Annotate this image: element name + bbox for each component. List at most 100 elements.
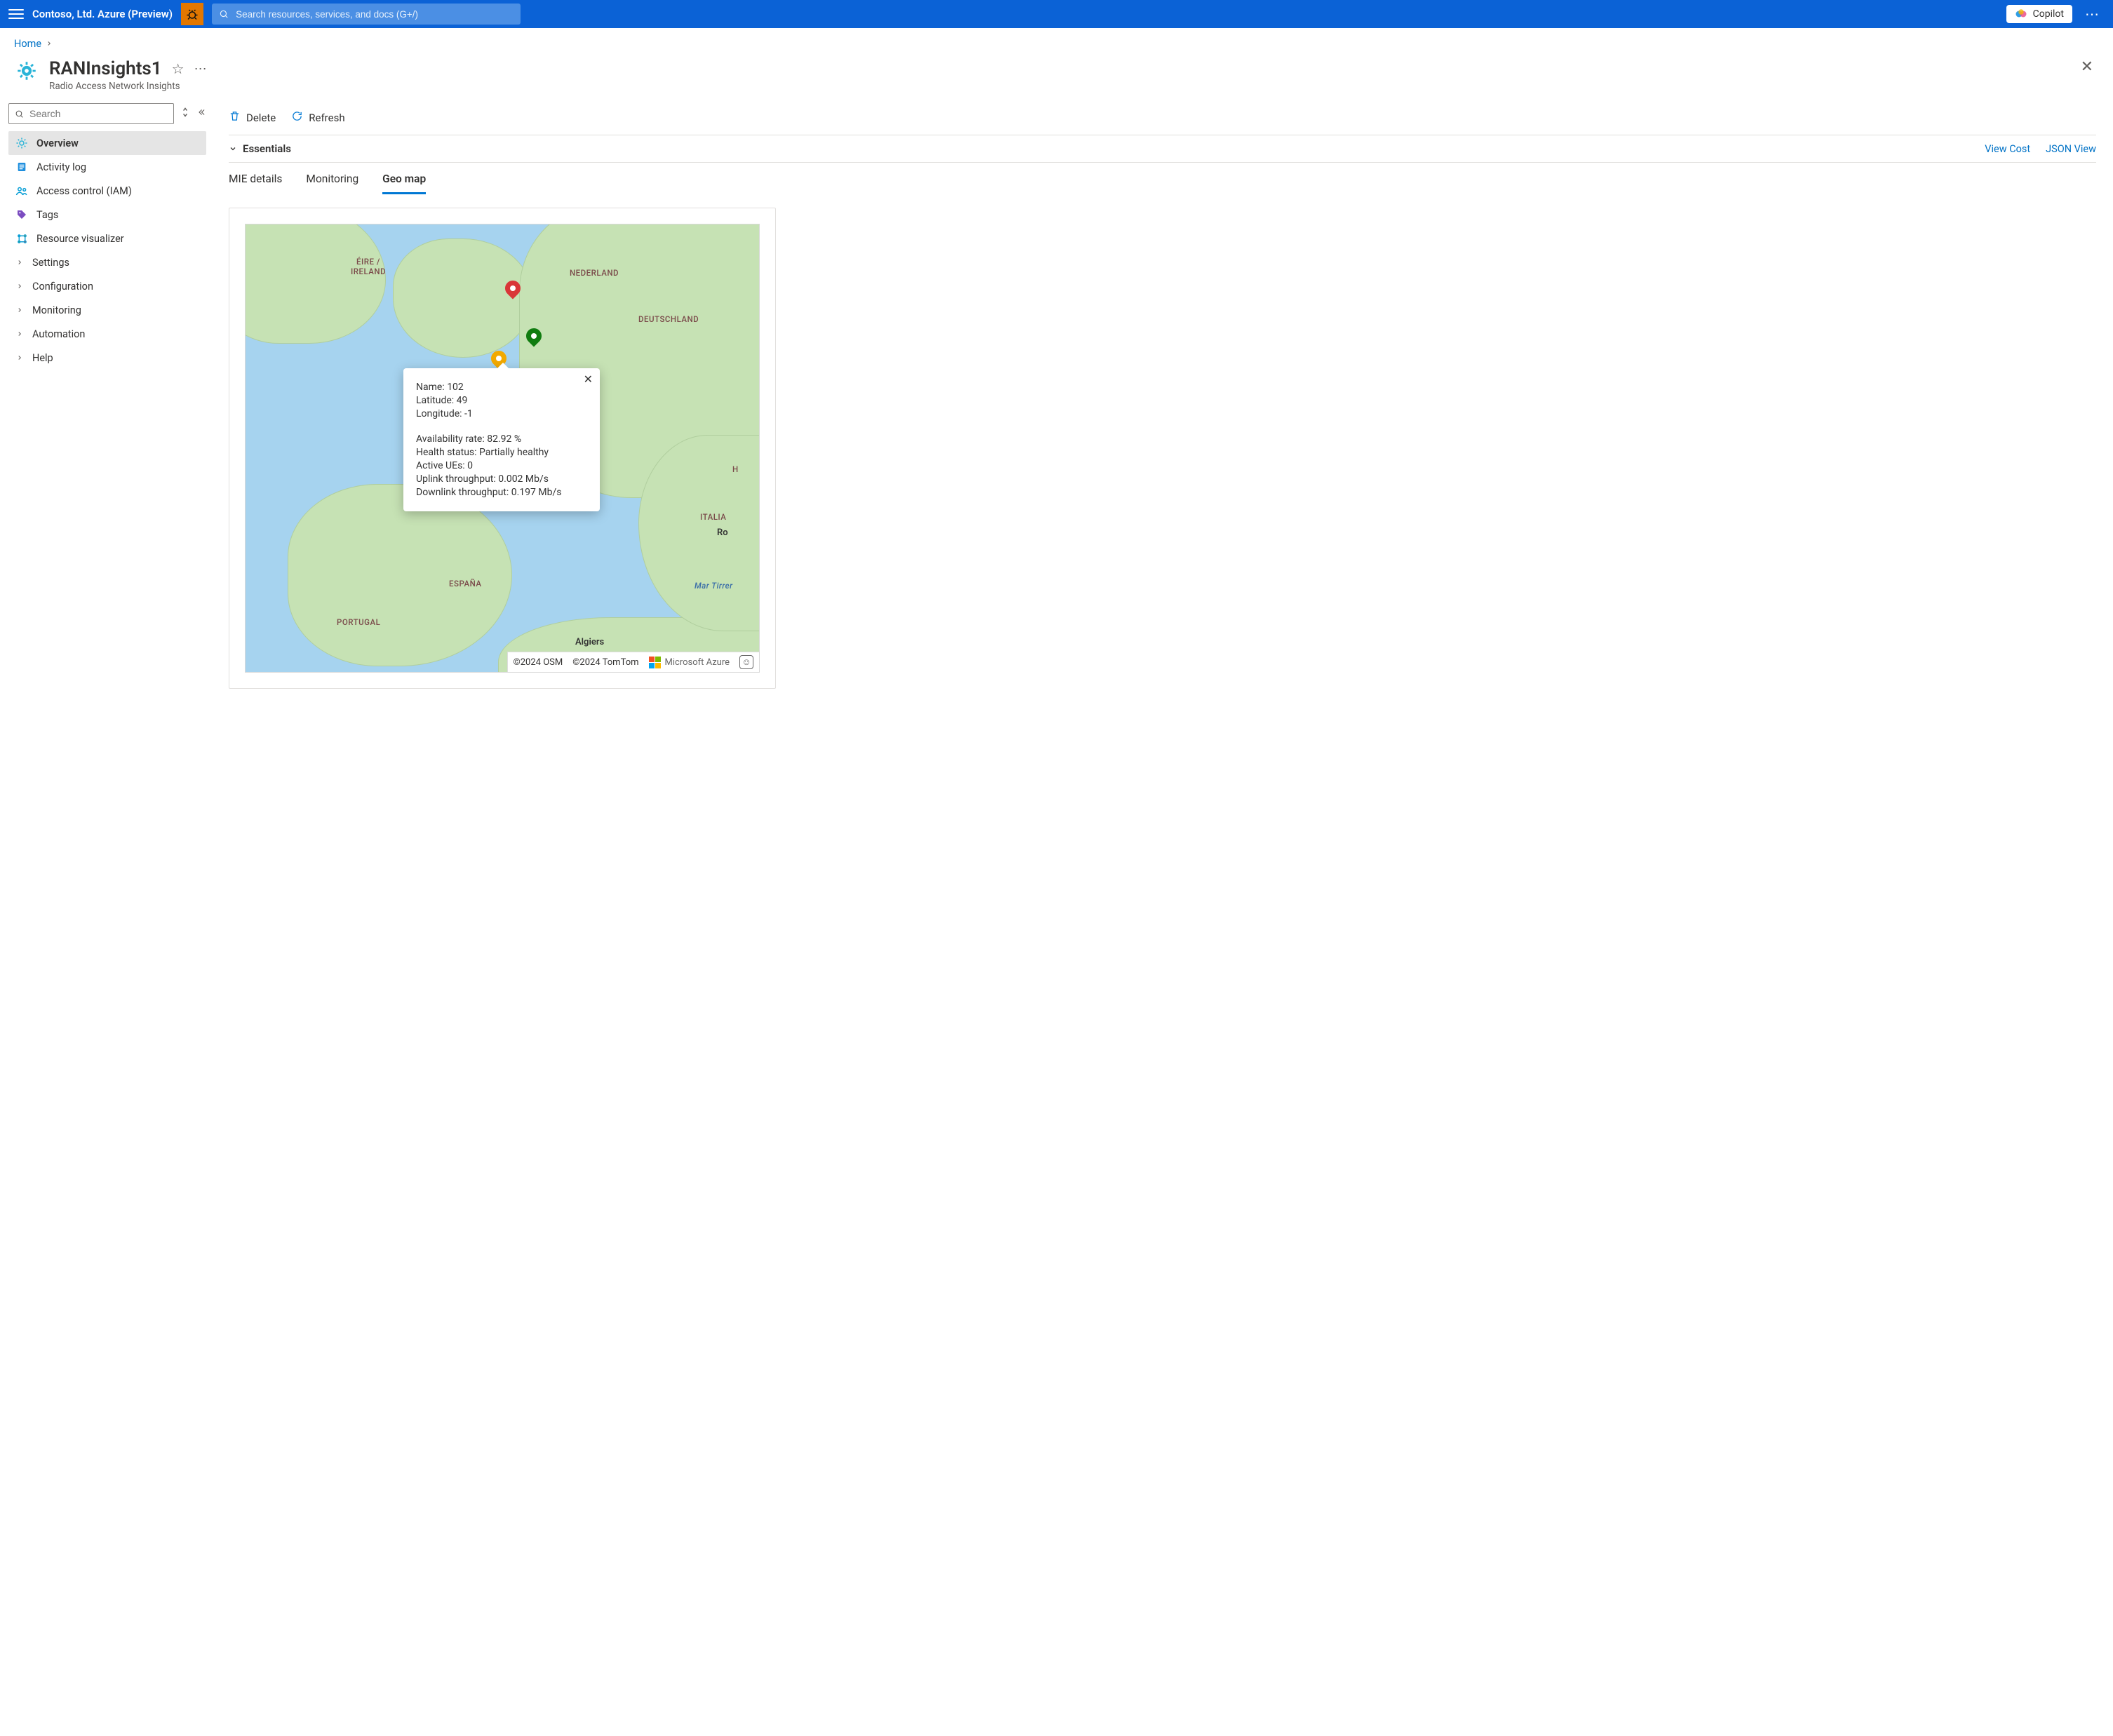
tab-geo-map[interactable]: Geo map [382, 173, 426, 194]
map-label-h: H [732, 464, 739, 474]
log-icon [15, 161, 28, 173]
search-icon [219, 9, 229, 19]
cmd-label: Refresh [309, 112, 344, 124]
chevron-right-icon [15, 304, 24, 316]
map-label-roma: Ro [717, 527, 728, 538]
attribution-osm: ©2024 OSM [514, 657, 563, 668]
tag-icon [15, 208, 28, 221]
sidebar-item-label: Settings [32, 257, 69, 269]
close-blade-icon[interactable]: ✕ [2081, 58, 2099, 76]
tab-monitoring[interactable]: Monitoring [306, 173, 358, 194]
map-label-algiers: Algiers [575, 637, 604, 647]
page-title: RANInsights1 [49, 58, 162, 79]
visualizer-icon [15, 232, 28, 245]
chevron-right-icon [15, 280, 24, 292]
map-label-martirrer: Mar Tirrer [695, 581, 733, 591]
search-icon [15, 109, 24, 119]
geo-map-card: ÉIRE / IRELAND NEDERLAND DEUTSCHLAND ITA… [229, 208, 776, 689]
sidebar-item-label: Automation [32, 328, 85, 340]
feedback-smiley-icon[interactable]: ☺ [739, 655, 753, 669]
sidebar-item-label: Monitoring [32, 304, 81, 316]
copilot-icon [2015, 8, 2027, 20]
chevron-right-icon [15, 351, 24, 364]
sidebar-item-label: Overview [36, 137, 79, 149]
map-attribution: ©2024 OSM ©2024 TomTom Microsoft Azure ☺ [507, 652, 759, 672]
hamburger-menu-icon[interactable] [8, 6, 24, 22]
chevron-right-icon [46, 39, 53, 50]
cmd-label: Delete [246, 112, 276, 124]
popup-latitude: Latitude: 49 [416, 395, 587, 406]
delete-button[interactable]: Delete [229, 110, 276, 125]
preview-bug-icon[interactable] [181, 3, 203, 25]
map-label-portugal: PORTUGAL [337, 617, 380, 627]
sidebar-item-tags[interactable]: Tags [8, 203, 206, 227]
sidebar-item-label: Tags [36, 209, 58, 221]
popup-name: Name: 102 [416, 382, 587, 393]
map-popup: ✕ Name: 102 Latitude: 49 Longitude: -1 A… [403, 368, 600, 511]
breadcrumb: Home [0, 28, 2113, 53]
sidebar-item-help[interactable]: Help [8, 346, 206, 370]
json-view-link[interactable]: JSON View [2046, 143, 2096, 155]
popup-active-ues: Active UEs: 0 [416, 460, 587, 471]
sidebar-item-resource-visualizer[interactable]: Resource visualizer [8, 227, 206, 250]
sidebar-item-label: Configuration [32, 281, 93, 292]
sidebar-item-overview[interactable]: Overview [8, 131, 206, 155]
essentials-section: Essentials View Cost JSON View [229, 135, 2096, 163]
sidebar-item-label: Activity log [36, 161, 86, 173]
map-label-nederland: NEDERLAND [570, 268, 619, 278]
geo-map[interactable]: ÉIRE / IRELAND NEDERLAND DEUTSCHLAND ITA… [245, 224, 760, 673]
resource-type-icon [14, 58, 39, 83]
essentials-label: Essentials [243, 142, 291, 155]
trash-icon [229, 110, 241, 125]
refresh-button[interactable]: Refresh [291, 110, 344, 125]
sidebar-item-access-control[interactable]: Access control (IAM) [8, 179, 206, 203]
sidebar-item-label: Access control (IAM) [36, 185, 132, 197]
attribution-msazure: Microsoft Azure [649, 657, 730, 668]
sidebar-item-automation[interactable]: Automation [8, 322, 206, 346]
popup-availability: Availability rate: 82.92 % [416, 433, 587, 445]
breadcrumb-home[interactable]: Home [14, 38, 41, 50]
global-search-input[interactable] [234, 8, 514, 20]
map-label-espana: ESPAÑA [449, 579, 481, 588]
copilot-button[interactable]: Copilot [2006, 5, 2072, 23]
sidebar-item-label: Help [32, 352, 53, 364]
chevron-right-icon [15, 328, 24, 340]
sidebar-item-settings[interactable]: Settings [8, 250, 206, 274]
sort-updown-icon[interactable] [181, 107, 189, 121]
sidebar-item-label: Resource visualizer [36, 233, 124, 245]
top-more-icon[interactable]: ⋯ [2081, 6, 2105, 22]
resource-header: RANInsights1 ☆ ⋯ Radio Access Network In… [0, 53, 2113, 99]
global-top-bar: Contoso, Ltd. Azure (Preview) Copilot ⋯ [0, 0, 2113, 28]
essentials-toggle[interactable]: Essentials [229, 142, 291, 155]
tab-mie-details[interactable]: MIE details [229, 173, 282, 194]
popup-health: Health status: Partially healthy [416, 447, 587, 458]
refresh-icon [291, 110, 303, 125]
command-bar: Delete Refresh [229, 106, 2096, 135]
resource-type-subtitle: Radio Access Network Insights [49, 81, 208, 92]
tenant-title: Contoso, Ltd. Azure (Preview) [32, 8, 173, 20]
title-more-icon[interactable]: ⋯ [194, 62, 208, 76]
collapse-menu-icon[interactable] [196, 107, 206, 120]
popup-close-icon[interactable]: ✕ [584, 372, 593, 386]
favorite-star-icon[interactable]: ☆ [172, 60, 185, 77]
view-cost-link[interactable]: View Cost [1985, 143, 2030, 155]
popup-longitude: Longitude: -1 [416, 408, 587, 419]
sidebar-item-configuration[interactable]: Configuration [8, 274, 206, 298]
microsoft-logo-icon [649, 657, 661, 668]
popup-downlink: Downlink throughput: 0.197 Mb/s [416, 487, 587, 498]
sidebar-item-activity-log[interactable]: Activity log [8, 155, 206, 179]
chevron-right-icon [15, 256, 24, 269]
copilot-label: Copilot [2033, 8, 2064, 20]
detail-tabs: MIE details Monitoring Geo map [229, 163, 2096, 195]
menu-search[interactable] [8, 103, 174, 124]
attribution-tomtom: ©2024 TomTom [572, 657, 638, 668]
popup-uplink: Uplink throughput: 0.002 Mb/s [416, 473, 587, 485]
gear-icon [15, 137, 28, 149]
map-label-italia: ITALIA [700, 512, 726, 522]
resource-menu: Overview Activity log Access control (IA… [0, 99, 212, 374]
map-label-ireland2: IRELAND [351, 267, 386, 276]
global-search[interactable] [212, 4, 521, 25]
sidebar-item-monitoring[interactable]: Monitoring [8, 298, 206, 322]
menu-search-input[interactable] [28, 107, 168, 120]
map-label-deutschland: DEUTSCHLAND [638, 314, 699, 324]
